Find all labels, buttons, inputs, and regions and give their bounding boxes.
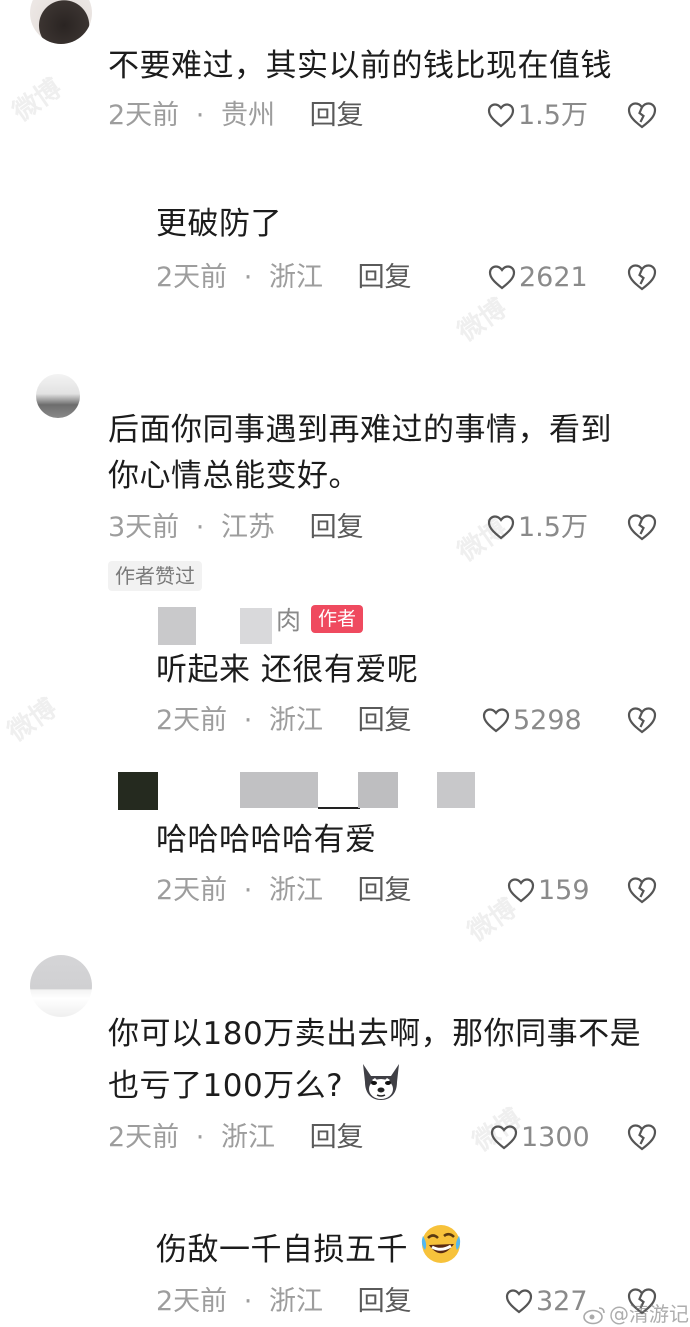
- comment-time: 3天前: [108, 512, 180, 543]
- like-button[interactable]: 327: [505, 1282, 588, 1322]
- comment-text-line2: 也亏了100万么?: [108, 1058, 405, 1117]
- comment-meta: 2天前 · 贵州 回复: [108, 96, 364, 136]
- heart-outline-icon: [490, 1125, 518, 1150]
- reply-button[interactable]: 回复: [358, 875, 412, 906]
- heart-outline-icon: [507, 878, 535, 903]
- comment-location: 浙江: [268, 875, 323, 906]
- like-count: 327: [536, 1286, 588, 1317]
- reply-text: 伤敌一千自损五千: [156, 1222, 464, 1281]
- broken-heart-icon: [627, 514, 657, 541]
- comment-meta: 2天前 · 浙江 回复: [156, 258, 412, 298]
- watermark: 微博: [2, 693, 63, 748]
- reply-button[interactable]: 回复: [358, 705, 412, 736]
- comment-text: 你可以180万卖出去啊，那你同事不是: [108, 1016, 642, 1052]
- dislike-button[interactable]: [627, 876, 657, 908]
- like-count: 159: [538, 875, 590, 906]
- heart-outline-icon: [487, 515, 515, 540]
- comment-meta: 3天前 · 江苏 回复: [108, 508, 364, 548]
- dislike-button[interactable]: [627, 513, 657, 545]
- comment-text-line2-content: 也亏了100万么?: [108, 1068, 344, 1104]
- author-liked-badge: 作者赞过: [108, 561, 202, 591]
- rolling-laughing-emoji-icon: [418, 1222, 464, 1281]
- meta-separator: ·: [195, 1122, 205, 1153]
- broken-heart-icon: [627, 102, 657, 129]
- comment-text-line2: 你心情总能变好。: [108, 458, 360, 494]
- username-blurred[interactable]: [437, 772, 475, 808]
- comment-meta: 2天前 · 浙江 回复: [156, 871, 412, 911]
- comment-location: 浙江: [220, 1122, 275, 1153]
- like-button[interactable]: 159: [507, 871, 590, 911]
- reply-text-content: 伤敌一千自损五千: [156, 1232, 408, 1268]
- comment-time: 2天前: [156, 262, 228, 293]
- comment-location: 贵州: [220, 100, 275, 131]
- like-count: 1300: [521, 1122, 590, 1153]
- comment-time: 2天前: [108, 1122, 180, 1153]
- comment-time: 2天前: [156, 1286, 228, 1317]
- heart-outline-icon: [505, 1289, 533, 1314]
- reply-text: 哈哈哈哈哈有爱: [156, 822, 377, 858]
- username[interactable]: 肉: [276, 604, 301, 638]
- avatar[interactable]: [30, 955, 92, 1017]
- broken-heart-icon: [627, 877, 657, 904]
- reply-button[interactable]: 回复: [310, 100, 364, 131]
- like-count: 1.5万: [518, 100, 588, 131]
- username-blurred[interactable]: [240, 608, 272, 644]
- username-blurred[interactable]: [318, 807, 360, 809]
- like-button[interactable]: 1.5万: [487, 96, 588, 136]
- meta-separator: ·: [243, 262, 253, 293]
- comment-time: 2天前: [156, 875, 228, 906]
- comment-location: 浙江: [268, 1286, 323, 1317]
- like-count: 2621: [519, 262, 588, 293]
- meta-separator: ·: [243, 1286, 253, 1317]
- meta-separator: ·: [243, 705, 253, 736]
- avatar-blurred[interactable]: [118, 772, 158, 810]
- reply-text: 更破防了: [156, 206, 282, 242]
- meta-separator: ·: [243, 875, 253, 906]
- avatar-blurred[interactable]: [158, 607, 196, 645]
- meta-separator: ·: [195, 100, 205, 131]
- weibo-logo-icon: [583, 1307, 605, 1325]
- footer-watermark: @清游记: [583, 1298, 689, 1327]
- comment-text: 不要难过，其实以前的钱比现在值钱: [108, 48, 612, 84]
- meta-separator: ·: [195, 512, 205, 543]
- dislike-button[interactable]: [627, 706, 657, 738]
- reply-button[interactable]: 回复: [310, 1122, 364, 1153]
- author-tag: 作者: [311, 605, 364, 633]
- comment-location: 浙江: [268, 705, 323, 736]
- heart-outline-icon: [482, 708, 510, 733]
- broken-heart-icon: [627, 707, 657, 734]
- avatar[interactable]: [36, 374, 80, 418]
- husky-emoji-icon: [357, 1058, 405, 1117]
- broken-heart-icon: [627, 264, 657, 291]
- footer-watermark-text: @清游记: [609, 1302, 689, 1326]
- comment-text: 后面你同事遇到再难过的事情，看到: [108, 412, 612, 448]
- heart-outline-icon: [488, 265, 516, 290]
- username-blurred[interactable]: [358, 772, 398, 808]
- comment-meta: 2天前 · 浙江 回复: [156, 701, 412, 741]
- like-button[interactable]: 1300: [490, 1118, 590, 1158]
- like-count: 5298: [513, 705, 582, 736]
- like-button[interactable]: 2621: [488, 258, 588, 298]
- reply-button[interactable]: 回复: [358, 262, 412, 293]
- dislike-button[interactable]: [627, 263, 657, 295]
- avatar[interactable]: [30, 0, 92, 44]
- username-blurred[interactable]: [240, 772, 318, 808]
- like-count: 1.5万: [518, 512, 588, 543]
- comment-meta: 2天前 · 浙江 回复: [156, 1282, 412, 1322]
- reply-button[interactable]: 回复: [310, 512, 364, 543]
- comment-location: 浙江: [268, 262, 323, 293]
- like-button[interactable]: 5298: [482, 701, 582, 741]
- reply-button[interactable]: 回复: [358, 1286, 412, 1317]
- reply-text: 听起来 还很有爱呢: [156, 652, 419, 688]
- heart-outline-icon: [487, 103, 515, 128]
- comment-meta: 2天前 · 浙江 回复: [108, 1118, 364, 1158]
- watermark: 微博: [7, 73, 68, 128]
- comment-location: 江苏: [220, 512, 275, 543]
- broken-heart-icon: [627, 1124, 657, 1151]
- comment-time: 2天前: [156, 705, 228, 736]
- dislike-button[interactable]: [627, 1123, 657, 1155]
- like-button[interactable]: 1.5万: [487, 508, 588, 548]
- dislike-button[interactable]: [627, 101, 657, 133]
- comment-time: 2天前: [108, 100, 180, 131]
